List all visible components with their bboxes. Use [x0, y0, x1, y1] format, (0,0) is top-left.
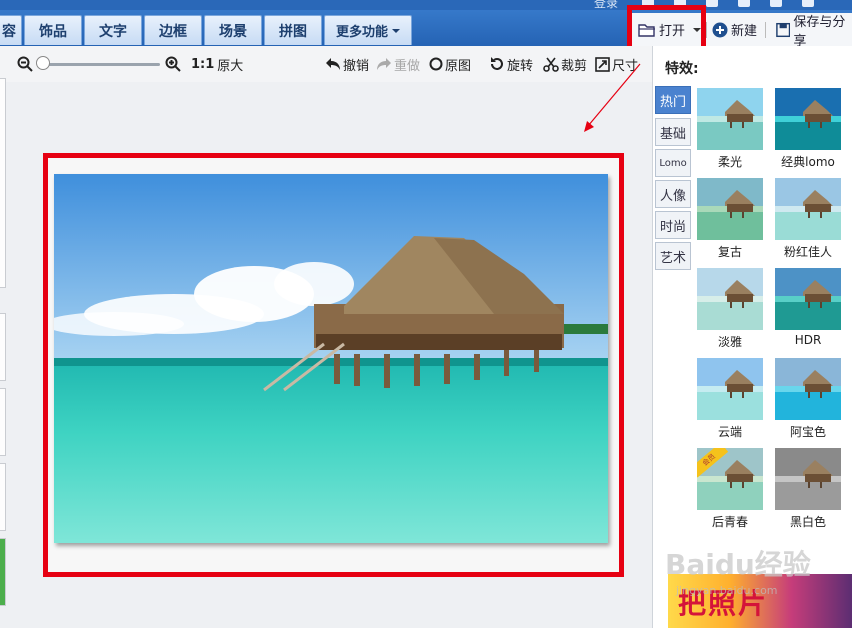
effect-item[interactable]: 黑白色 — [775, 448, 841, 529]
top-bar: 登录 容 饰品 文字 边框 场景 拼图 更多功能 打开 新建 保存与分享 — [0, 0, 852, 49]
category-tab-basic[interactable]: 基础 — [655, 118, 691, 146]
original-icon — [429, 57, 443, 71]
tab-accessories[interactable]: 饰品 — [24, 15, 82, 45]
effect-thumbnail — [775, 448, 841, 510]
undo-button[interactable]: 撤销 — [325, 55, 369, 74]
effects-panel: 特效: 热门 基础 Lomo 人像 时尚 艺术 柔光 经典lomo 复古 粉红佳人淡雅… — [652, 46, 852, 628]
tab-collage[interactable]: 拼图 — [264, 15, 322, 45]
effect-item[interactable]: 会员 后青春 — [697, 448, 763, 529]
effect-label: 经典lomo — [781, 155, 835, 169]
left-tool-button[interactable] — [0, 388, 6, 456]
effect-thumbnail — [775, 268, 841, 330]
save-share-button[interactable]: 保存与分享 — [776, 13, 852, 49]
effect-item[interactable]: 阿宝色 — [775, 358, 841, 439]
tab-beauty[interactable]: 容 — [0, 15, 22, 45]
effect-label: 柔光 — [717, 155, 742, 169]
tab-scene[interactable]: 场景 — [204, 15, 262, 45]
zoom-in-icon[interactable] — [165, 56, 181, 72]
edited-photo[interactable] — [54, 174, 608, 543]
edit-toolbar: 1:1 原大 撤销 重做 原图 旋转 裁剪 尺寸 — [0, 46, 652, 82]
zoom-out-icon[interactable] — [17, 56, 33, 72]
save-icon — [776, 22, 791, 37]
top-strip — [0, 0, 852, 10]
left-tool-button[interactable] — [0, 538, 6, 606]
tab-text[interactable]: 文字 — [84, 15, 142, 45]
effect-label: 后青春 — [711, 515, 748, 529]
effect-label: 粉红佳人 — [783, 245, 832, 259]
redo-icon — [377, 58, 391, 70]
tab-border[interactable]: 边框 — [144, 15, 202, 45]
category-tab-hot[interactable]: 热门 — [655, 86, 691, 114]
effect-thumbnail — [697, 178, 763, 240]
zoom-slider[interactable] — [40, 63, 160, 66]
effect-thumbnail — [775, 358, 841, 420]
effect-thumbnail — [697, 88, 763, 150]
watermark: Baidu经验 — [665, 548, 811, 581]
effect-thumbnail — [775, 88, 841, 150]
category-tab-portrait[interactable]: 人像 — [655, 180, 691, 208]
effect-thumbnail — [775, 178, 841, 240]
effect-item[interactable]: 经典lomo — [775, 88, 841, 169]
rotate-icon — [491, 57, 503, 70]
zoom-ratio: 1:1 — [191, 56, 215, 72]
panel-title: 特效: — [665, 61, 699, 77]
beach-hut-image — [54, 174, 608, 543]
actual-size-button[interactable]: 1:1 原大 — [191, 55, 243, 74]
effect-label: 云端 — [717, 425, 742, 439]
window-minimize-icon[interactable] — [738, 0, 750, 7]
left-tool-strip — [0, 78, 7, 628]
effect-item[interactable]: 淡雅 — [697, 268, 763, 349]
plus-circle-icon — [712, 22, 728, 37]
effect-item[interactable]: 粉红佳人 — [775, 178, 841, 259]
category-tab-art[interactable]: 艺术 — [655, 242, 691, 270]
effect-item[interactable]: 复古 — [697, 178, 763, 259]
window-maximize-icon[interactable] — [770, 0, 782, 7]
effect-item[interactable]: HDR — [775, 268, 841, 349]
scissors-icon — [543, 57, 559, 72]
effect-thumbnail: 会员 — [697, 448, 763, 510]
effect-label: HDR — [794, 333, 822, 347]
effect-label: 淡雅 — [717, 335, 742, 349]
new-button[interactable]: 新建 — [712, 13, 757, 46]
chevron-down-icon — [392, 28, 400, 33]
left-tool-button[interactable] — [0, 463, 6, 531]
left-tool-button[interactable] — [0, 313, 6, 381]
undo-icon — [326, 58, 340, 70]
watermark-url: jingyan.baidu.com — [676, 584, 778, 597]
window-feedback-icon[interactable] — [706, 0, 718, 7]
annotation-arrow — [584, 63, 641, 132]
effect-label: 阿宝色 — [789, 425, 826, 439]
tab-more-features[interactable]: 更多功能 — [324, 15, 412, 45]
effect-label: 黑白色 — [789, 515, 826, 529]
zoom-slider-handle[interactable] — [36, 56, 50, 70]
effect-item[interactable]: 云端 — [697, 358, 763, 439]
effect-thumbnail — [697, 358, 763, 420]
category-tab-lomo[interactable]: Lomo — [655, 149, 691, 177]
original-button[interactable]: 原图 — [429, 55, 471, 74]
effect-item[interactable]: 柔光 — [697, 88, 763, 169]
category-tab-fashion[interactable]: 时尚 — [655, 211, 691, 239]
rotate-button[interactable]: 旋转 — [489, 55, 533, 74]
effect-label: 复古 — [717, 245, 742, 259]
left-tool-panel[interactable] — [0, 78, 6, 288]
window-close-icon[interactable] — [802, 0, 814, 7]
redo-button[interactable]: 重做 — [376, 55, 420, 74]
effect-thumbnail — [697, 268, 763, 330]
login-link[interactable]: 登录 — [594, 0, 618, 11]
